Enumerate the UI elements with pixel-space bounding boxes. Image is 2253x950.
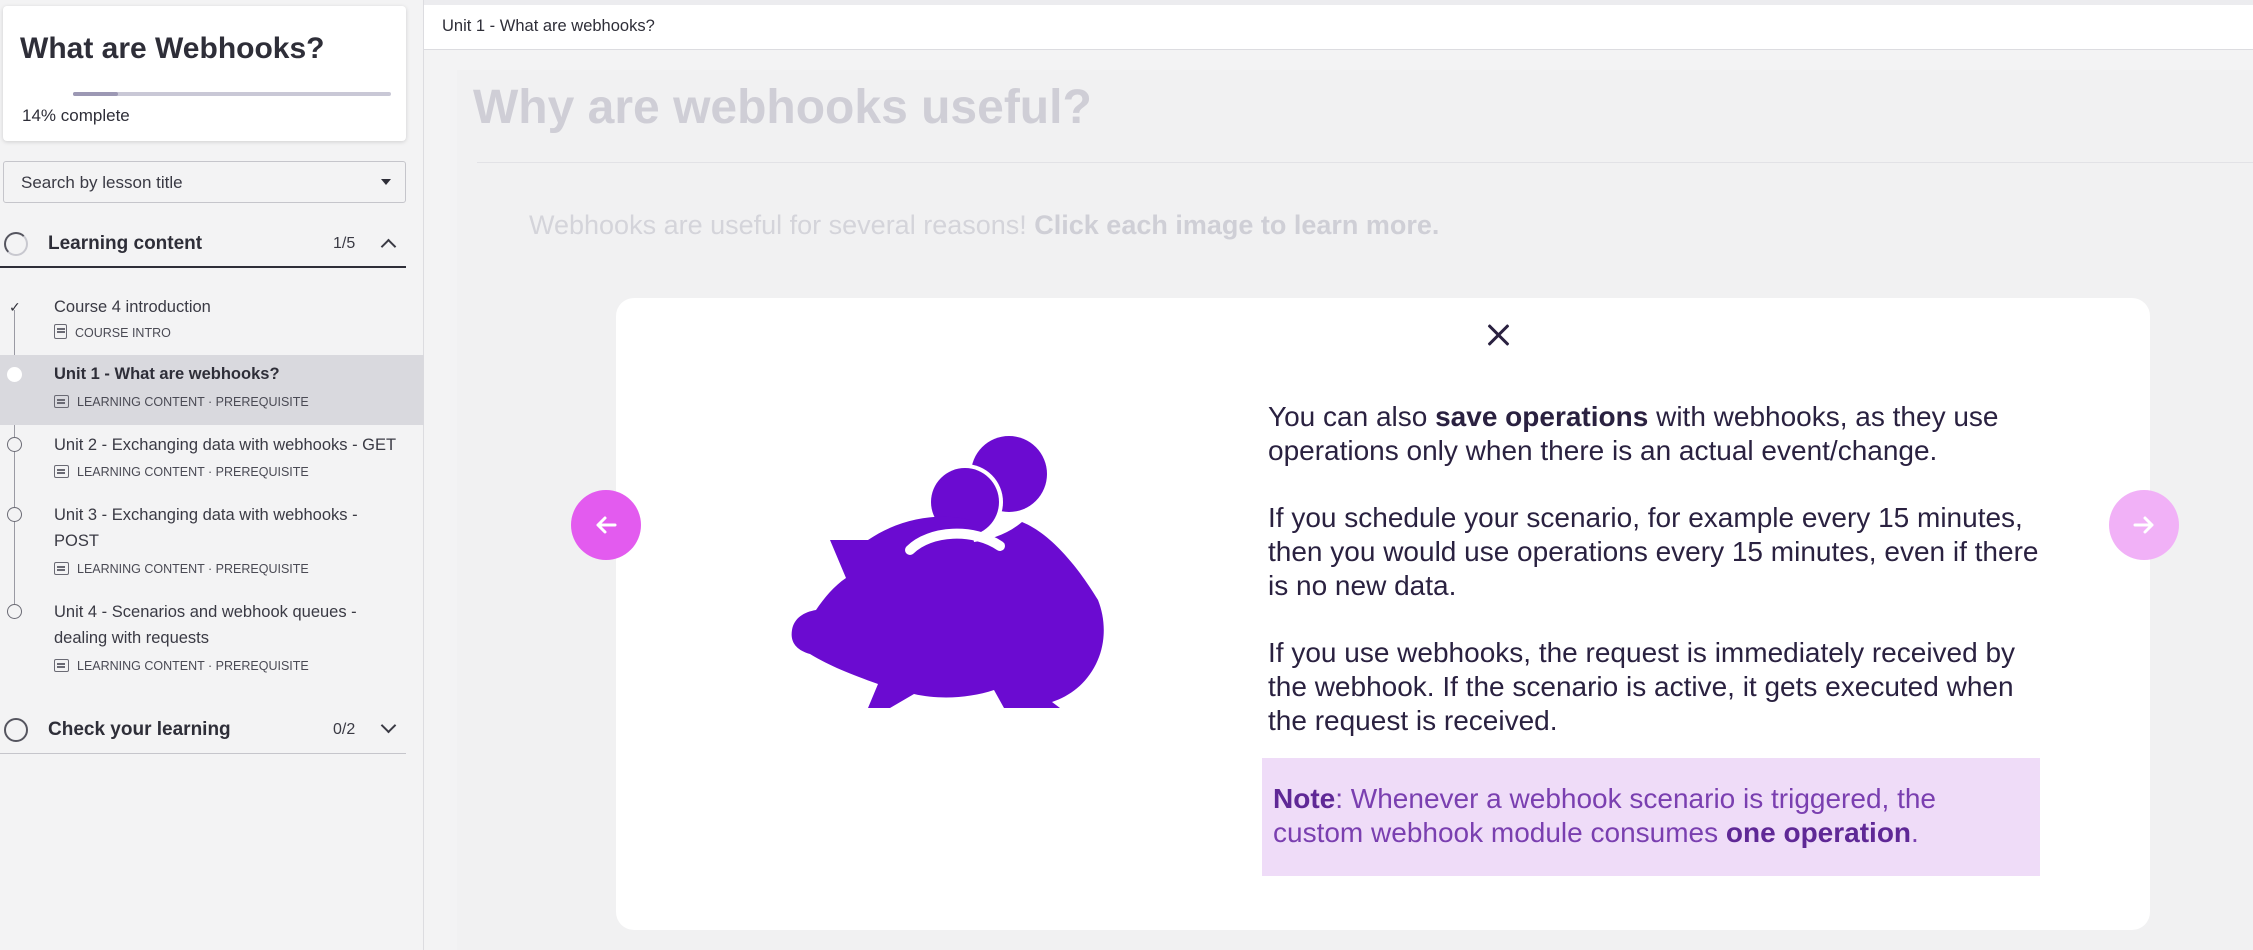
note-text: Note: Whenever a webhook scenario is tri… — [1273, 782, 2033, 850]
piggy-bank-icon[interactable] — [790, 430, 1110, 720]
lesson-meta-text: COURSE INTRO — [75, 326, 171, 340]
lesson-item-unit-2[interactable]: Unit 2 - Exchanging data with webhooks -… — [0, 435, 424, 490]
sidebar: What are Webhooks? 14% complete Search b… — [0, 0, 424, 950]
progress-suffix: complete — [60, 106, 130, 125]
lesson-item-unit-1[interactable]: Unit 1 - What are webhooks? LEARNING CON… — [0, 355, 424, 425]
lesson-title: Unit 1 - What are webhooks? — [54, 365, 280, 383]
slides-icon — [54, 659, 69, 672]
chevron-up-icon[interactable] — [380, 238, 397, 255]
chevron-down-icon[interactable] — [380, 717, 397, 734]
section-title: Check your learning — [48, 719, 231, 740]
lesson-title: Unit 2 - Exchanging data with webhooks -… — [54, 436, 397, 454]
note-bold: one operation — [1725, 817, 1912, 848]
progress-value: 14% — [22, 106, 57, 125]
note-text-b: . — [1911, 817, 1919, 848]
progress-bar — [73, 92, 391, 96]
lesson-status-icon — [7, 437, 22, 452]
lesson-search-select[interactable]: Search by lesson title — [3, 161, 406, 203]
course-title: What are Webhooks? — [20, 32, 325, 65]
document-icon — [54, 324, 67, 339]
paragraph-1: You can also save operations with webhoo… — [1268, 400, 2048, 468]
lesson-item-unit-4[interactable]: Unit 4 - Scenarios and webhook queues - … — [0, 602, 424, 682]
p1-text-a: You can also — [1268, 401, 1436, 432]
lesson-meta-text: LEARNING CONTENT · PREREQUISITE — [77, 659, 309, 673]
lesson-breadcrumb-title: Unit 1 - What are webhooks? — [442, 17, 655, 35]
note-callout: Note: Whenever a webhook scenario is tri… — [1262, 758, 2040, 876]
close-icon[interactable] — [1483, 320, 1513, 350]
p1-bold: save operations — [1435, 401, 1649, 432]
section-count: 1/5 — [333, 235, 356, 252]
lesson-meta: LEARNING CONTENT · PREREQUISITE — [54, 465, 309, 479]
lesson-meta: LEARNING CONTENT · PREREQUISITE — [54, 659, 309, 673]
section-count: 0/2 — [333, 721, 356, 738]
lesson-status-icon — [7, 507, 22, 522]
progress-label: 14% complete — [22, 106, 130, 126]
page-heading: Why are webhooks useful? — [473, 81, 1092, 134]
lesson-topbar: Unit 1 - What are webhooks? — [424, 0, 2253, 50]
heading-divider — [477, 162, 2253, 163]
intro-text: Webhooks are useful for several reasons!… — [529, 210, 1439, 241]
lesson-meta-text: LEARNING CONTENT · PREREQUISITE — [77, 395, 309, 409]
lesson-meta-text: LEARNING CONTENT · PREREQUISITE — [77, 562, 309, 576]
section-check-your-learning[interactable]: Check your learning 0/2 — [0, 706, 406, 754]
lesson-title: Unit 4 - Scenarios and webhook queues - … — [54, 603, 357, 647]
section-learning-content[interactable]: Learning content 1/5 — [0, 220, 406, 268]
note-label: Note — [1273, 783, 1336, 814]
lesson-search-placeholder: Search by lesson title — [21, 173, 183, 192]
lesson-meta: LEARNING CONTENT · PREREQUISITE — [54, 395, 309, 409]
lesson-status-icon — [7, 604, 22, 619]
modal-body-text: You can also save operations with webhoo… — [1268, 400, 2048, 771]
arrow-left-icon — [596, 516, 617, 534]
arrow-right-icon — [2133, 516, 2154, 534]
slides-icon — [54, 395, 69, 408]
section-title: Learning content — [48, 233, 203, 254]
lesson-status-icon — [7, 367, 22, 382]
lesson-title: Unit 3 - Exchanging data with webhooks -… — [54, 506, 358, 550]
checkmark-icon: ✓ — [9, 299, 21, 315]
lesson-meta: LEARNING CONTENT · PREREQUISITE — [54, 562, 309, 576]
slides-icon — [54, 465, 69, 478]
lesson-title: Course 4 introduction — [54, 298, 211, 316]
progress-bar-fill — [73, 92, 118, 96]
lesson-item-course-intro[interactable]: ✓ Course 4 introduction COURSE INTRO — [0, 290, 424, 350]
section-progress-icon — [4, 232, 28, 256]
caret-down-icon — [381, 179, 391, 185]
lesson-meta-text: LEARNING CONTENT · PREREQUISITE — [77, 465, 309, 479]
paragraph-3: If you use webhooks, the request is imme… — [1268, 637, 2016, 736]
previous-button[interactable] — [571, 490, 641, 560]
course-header-card: What are Webhooks? 14% complete — [3, 6, 406, 141]
paragraph-2: If you schedule your scenario, for examp… — [1268, 502, 2039, 601]
lesson-item-unit-3[interactable]: Unit 3 - Exchanging data with webhooks -… — [0, 505, 424, 585]
next-button[interactable] — [2109, 490, 2179, 560]
lesson-meta: COURSE INTRO — [54, 324, 171, 340]
intro-plain: Webhooks are useful for several reasons! — [529, 210, 1035, 240]
section-progress-icon — [4, 718, 28, 742]
intro-bold: Click each image to learn more. — [1034, 210, 1440, 240]
slides-icon — [54, 562, 69, 575]
